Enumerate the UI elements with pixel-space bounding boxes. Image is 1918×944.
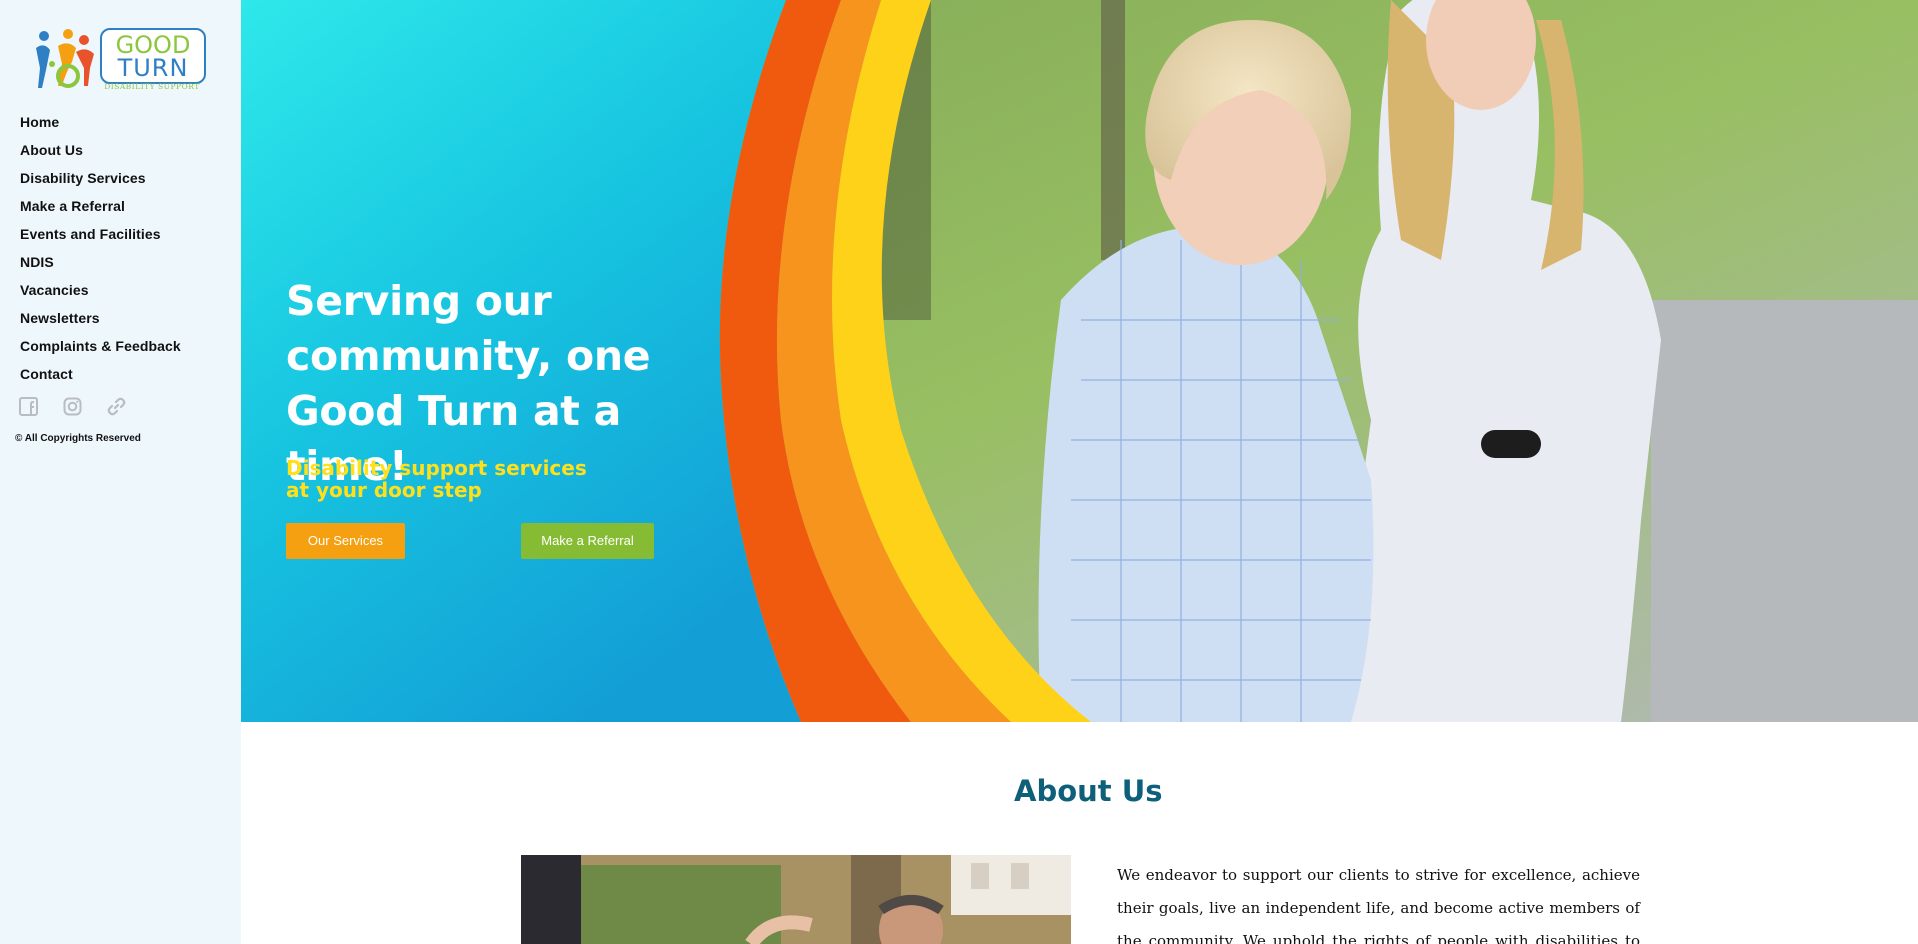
nav-item-complaints-feedback[interactable]: Complaints & Feedback: [20, 336, 181, 364]
facebook-icon[interactable]: [19, 397, 38, 416]
people-figures-icon: [36, 29, 94, 88]
nav-link-make-a-referral[interactable]: Make a Referral: [20, 198, 125, 214]
nav-item-ndis[interactable]: NDIS: [20, 252, 181, 280]
nav-link-vacancies[interactable]: Vacancies: [20, 282, 89, 298]
nav-item-contact[interactable]: Contact: [20, 364, 181, 392]
nav-link-contact[interactable]: Contact: [20, 366, 73, 382]
make-a-referral-button[interactable]: Make a Referral: [521, 523, 654, 559]
main-navigation: Home About Us Disability Services Make a…: [20, 112, 181, 392]
nav-link-complaints-feedback[interactable]: Complaints & Feedback: [20, 338, 181, 354]
nav-item-disability-services[interactable]: Disability Services: [20, 168, 181, 196]
sidebar: GOOD TURN DISABILITY SUPPORT Home About …: [0, 0, 241, 944]
copyright-text: © All Copyrights Reserved: [15, 433, 141, 444]
hero-subtitle: Disability support services at your door…: [286, 457, 606, 501]
nav-link-ndis[interactable]: NDIS: [20, 254, 54, 270]
our-services-button[interactable]: Our Services: [286, 523, 405, 559]
instagram-icon[interactable]: [63, 397, 82, 416]
nav-item-about-us[interactable]: About Us: [20, 140, 181, 168]
hero-subtitle-line-2: at your door step: [286, 478, 482, 502]
nav-link-newsletters[interactable]: Newsletters: [20, 310, 100, 326]
nav-item-home[interactable]: Home: [20, 112, 181, 140]
nav-link-home[interactable]: Home: [20, 114, 59, 130]
nav-item-events-and-facilities[interactable]: Events and Facilities: [20, 224, 181, 252]
hero-banner: Serving our community, one Good Turn at …: [241, 0, 1918, 722]
about-us-photo: [521, 855, 1071, 944]
social-links: [19, 397, 126, 416]
hero-subtitle-line-1: Disability support services: [286, 456, 587, 480]
about-us-paragraph: We endeavor to support our clients to st…: [1117, 866, 1640, 944]
nav-link-about-us[interactable]: About Us: [20, 142, 83, 158]
nav-link-events-and-facilities[interactable]: Events and Facilities: [20, 226, 161, 242]
nav-item-newsletters[interactable]: Newsletters: [20, 308, 181, 336]
good-turn-logo[interactable]: GOOD TURN DISABILITY SUPPORT: [32, 26, 206, 92]
nav-link-disability-services[interactable]: Disability Services: [20, 170, 146, 186]
logo-wordmark: GOOD TURN: [100, 28, 206, 84]
about-us-heading: About Us: [1014, 774, 1163, 808]
link-icon[interactable]: [107, 397, 126, 416]
logo-tagline: DISABILITY SUPPORT: [104, 82, 200, 91]
nav-item-make-a-referral[interactable]: Make a Referral: [20, 196, 181, 224]
nav-item-vacancies[interactable]: Vacancies: [20, 280, 181, 308]
logo-word-turn: TURN: [117, 54, 189, 82]
